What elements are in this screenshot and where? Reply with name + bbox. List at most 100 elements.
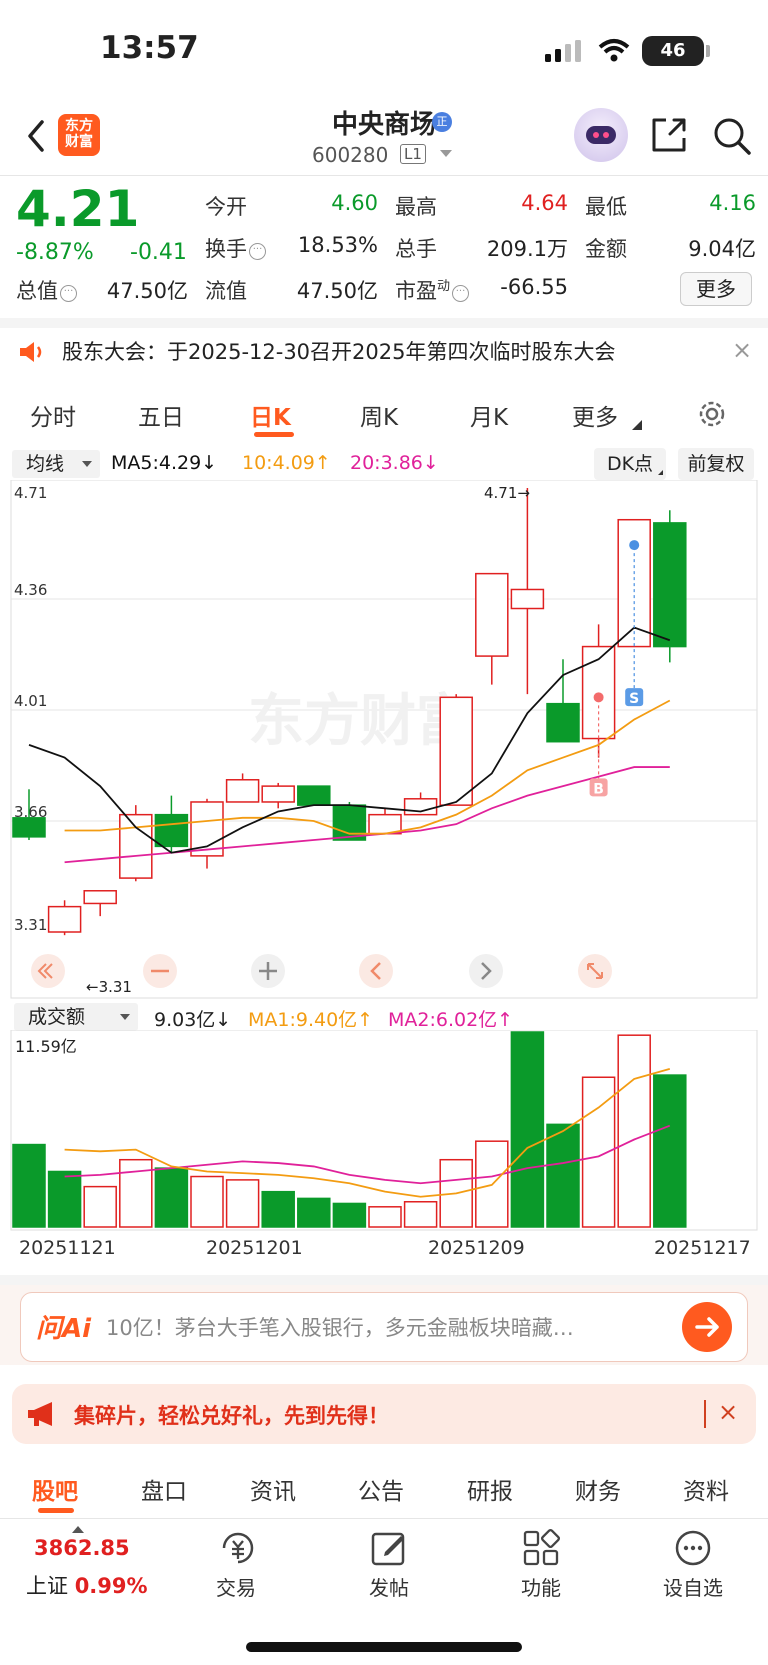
- volume-max-label: 11.59亿: [15, 1037, 77, 1056]
- nav-functions[interactable]: 功能: [501, 1572, 581, 1601]
- volume-bar: [617, 1034, 651, 1228]
- ai-robot-avatar[interactable]: [574, 108, 628, 162]
- tab-month-k[interactable]: 月K: [470, 398, 508, 432]
- notice-text[interactable]: 股东大会：于2025-12-30召开2025年第四次临时股东大会: [62, 336, 615, 366]
- nav-trade[interactable]: 交易: [196, 1572, 276, 1601]
- candle-body: [47, 905, 82, 933]
- date-label: 20251201: [206, 1237, 303, 1259]
- tab-news[interactable]: 资讯: [250, 1472, 296, 1506]
- tab-order-book[interactable]: 盘口: [141, 1472, 187, 1506]
- cellular-signal-icon: [545, 40, 581, 62]
- candle-body: [475, 572, 509, 657]
- status-bar: 13:57 46: [0, 0, 768, 100]
- zoom-out-button[interactable]: [143, 954, 177, 988]
- info-icon[interactable]: ···: [452, 285, 470, 302]
- tab-announcements[interactable]: 公告: [358, 1472, 404, 1506]
- info-icon[interactable]: ···: [60, 285, 77, 302]
- nav-watchlist[interactable]: 设自选: [653, 1572, 733, 1601]
- chevron-down-icon: [120, 1014, 130, 1020]
- volume-indicator-select[interactable]: 成交额: [14, 1003, 138, 1031]
- volume-value: 209.1万: [486, 237, 568, 261]
- ai-query-text[interactable]: 10亿！茅台大手笔入股银行，多元金融板块暗藏…: [106, 1312, 574, 1342]
- nav-post[interactable]: 发帖: [349, 1572, 429, 1601]
- info-icon[interactable]: ···: [249, 243, 266, 260]
- home-indicator: [246, 1642, 522, 1652]
- dk-point-button[interactable]: DK点: [594, 448, 666, 480]
- candle-body: [154, 813, 189, 848]
- more-button[interactable]: 更多: [680, 272, 752, 306]
- high-label: 最高: [395, 195, 437, 219]
- compose-icon[interactable]: [369, 1528, 409, 1568]
- megaphone-icon: [28, 1402, 52, 1426]
- tab-forum[interactable]: 股吧: [32, 1472, 78, 1506]
- volume-bar: [581, 1076, 616, 1228]
- change-amount: -0.41: [130, 240, 187, 265]
- zoom-in-button[interactable]: [251, 954, 285, 988]
- notice-close-icon[interactable]: ×: [732, 336, 752, 364]
- pe-value: -66.55: [500, 275, 568, 299]
- candle-body: [297, 785, 331, 806]
- promo-text[interactable]: 集碎片，轻松兑好礼，先到先得！: [74, 1400, 389, 1430]
- share-icon[interactable]: [650, 116, 688, 154]
- battery-icon: 46: [642, 36, 704, 66]
- y-tick-label: 3.31: [14, 916, 47, 934]
- y-tick-label: 4.36: [14, 581, 47, 599]
- volume-value: 9.03亿↓: [154, 1009, 232, 1031]
- fullscreen-button[interactable]: [578, 954, 612, 988]
- indicator-select[interactable]: 均线: [12, 450, 100, 478]
- arrow-right-icon: [695, 1317, 719, 1337]
- volume-bar: [261, 1190, 295, 1228]
- index-percent: 0.99%: [74, 1574, 148, 1598]
- divider: [0, 318, 768, 328]
- kline-chart[interactable]: 东方财富 4.714.364.013.663.31 BS 4.71→ ←3.31: [0, 480, 768, 1000]
- turnover-label: 换手 ···: [205, 233, 266, 263]
- tab-day-k[interactable]: 日K: [250, 398, 291, 432]
- tab-intraday[interactable]: 分时: [30, 398, 76, 432]
- indicator-select-label: 均线: [26, 453, 65, 475]
- candle-body: [510, 588, 545, 610]
- volume-chart[interactable]: 11.59亿: [0, 1030, 768, 1235]
- volume-bar: [297, 1197, 331, 1228]
- ma20-value: 20:3.86↓: [350, 452, 439, 474]
- volume-bar: [12, 1143, 46, 1228]
- turnover-value: 18.53%: [297, 233, 378, 257]
- promo-close-icon[interactable]: ×: [718, 1398, 738, 1426]
- index-ticker[interactable]: 上证 0.99%: [26, 1570, 148, 1600]
- adjust-mode-button[interactable]: 前复权: [678, 448, 754, 480]
- scroll-left-button[interactable]: [359, 954, 393, 988]
- tab-more[interactable]: 更多: [572, 398, 618, 432]
- robot-face-icon: [586, 126, 616, 144]
- tab-financials[interactable]: 财务: [575, 1472, 621, 1506]
- tab-profile[interactable]: 资料: [683, 1472, 729, 1506]
- candle-body: [546, 702, 580, 743]
- tab-five-day[interactable]: 五日: [138, 398, 184, 432]
- candle-body: [225, 779, 260, 803]
- functions-grid-icon[interactable]: [521, 1528, 561, 1568]
- date-label: 20251217: [654, 1237, 751, 1259]
- speaker-icon: [20, 342, 42, 362]
- index-value[interactable]: 3862.85: [34, 1536, 130, 1560]
- volume-label: 总手: [395, 237, 437, 261]
- tab-research[interactable]: 研报: [467, 1472, 513, 1506]
- scroll-left-fast-button[interactable]: [31, 954, 65, 988]
- volume-bar: [190, 1175, 224, 1228]
- low-label: 最低: [585, 195, 627, 219]
- mktcap-value: 47.50亿: [106, 279, 188, 303]
- add-watchlist-icon[interactable]: [673, 1528, 713, 1568]
- last-price: 4.21: [16, 180, 140, 238]
- volume-bar: [368, 1206, 402, 1228]
- scroll-right-button[interactable]: [469, 954, 503, 988]
- gear-icon[interactable]: [696, 398, 728, 430]
- divider: [0, 1275, 768, 1285]
- ai-go-button[interactable]: [682, 1302, 732, 1352]
- search-icon[interactable]: [712, 116, 752, 156]
- dk-point-label: DK点: [606, 453, 654, 475]
- tab-week-k[interactable]: 周K: [360, 398, 398, 432]
- volume-bar: [83, 1185, 117, 1228]
- volume-bar: [154, 1167, 189, 1228]
- code-dropdown-caret-icon[interactable]: [440, 150, 452, 157]
- trade-icon[interactable]: [218, 1528, 258, 1568]
- candle-body: [439, 696, 473, 806]
- promo-separator: [704, 1400, 706, 1428]
- tab-active-underline: [254, 432, 294, 437]
